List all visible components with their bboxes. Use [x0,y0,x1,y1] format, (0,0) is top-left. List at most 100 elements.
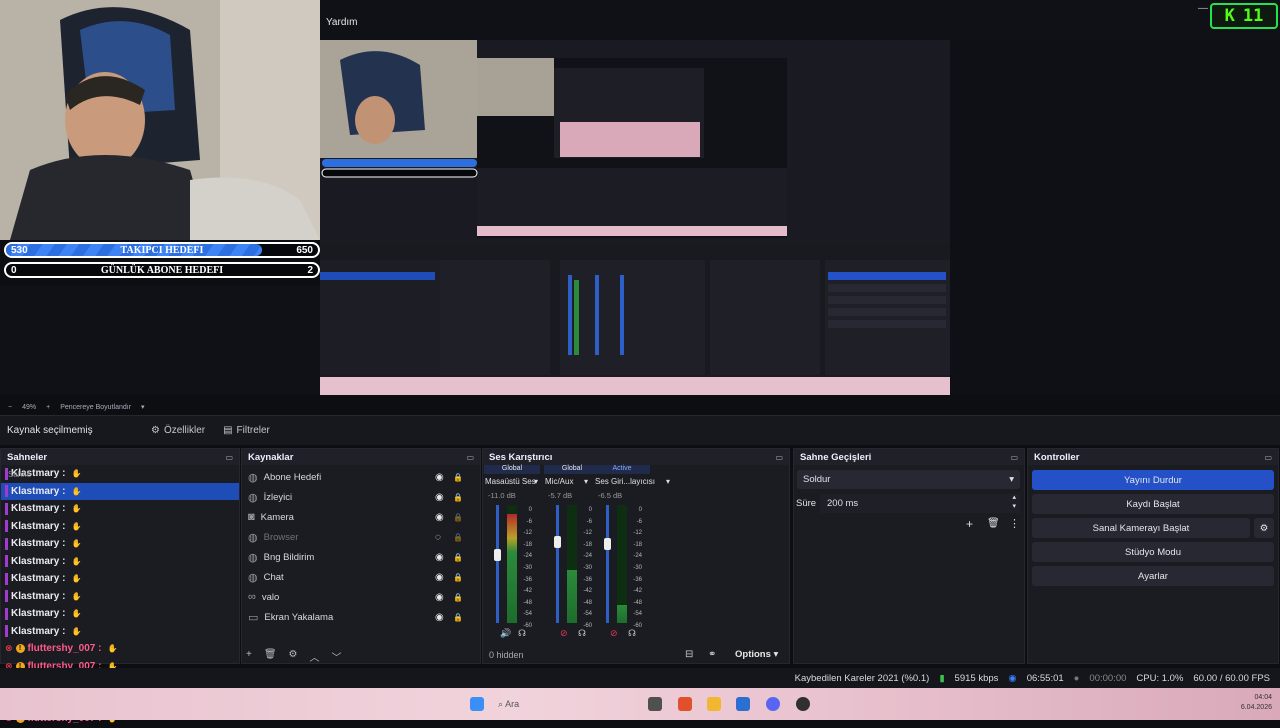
zoom-mode[interactable]: Pencereye Boyutlandır [60,404,131,411]
settings-button[interactable]: Ayarlar [1032,566,1274,586]
move-up-button[interactable]: ︿ [310,649,320,664]
eye-icon[interactable]: ◉ [435,552,444,563]
scene-item[interactable]: Klastmary : ✋ [1,535,239,553]
virtual-camera-button[interactable]: Sanal Kamerayı Başlat [1032,518,1250,538]
obs-icon[interactable] [796,697,810,711]
source-item[interactable]: ◍ İzleyici ◉ 🔒 [242,487,480,507]
menu-help[interactable]: Yardım [326,17,358,28]
link-icon[interactable]: ⚭ [708,649,716,660]
task-view-icon[interactable] [648,697,662,711]
mixer-channel-name[interactable]: Masaüstü Ses [485,477,536,486]
scene-item[interactable]: ⊗!fluttershy_007 : ✋ [1,640,239,658]
trash-icon[interactable]: 🗑 [264,649,277,664]
speaker-icon[interactable]: 🔊 [500,628,511,639]
zoom-in-button[interactable]: + [46,404,50,411]
properties-button[interactable]: ⚙ Özellikler [151,425,205,436]
move-down-button[interactable]: ﹀ [332,649,342,664]
scene-item[interactable]: Klastmary : ✋ [1,465,239,483]
scene-item[interactable]: Klastmary : ✋ [1,623,239,641]
source-item[interactable]: ◍ Bng Bildirim ◉ 🔒 [242,547,480,567]
eye-icon[interactable]: ◉ [435,492,444,503]
scene-item[interactable]: Klastmary : ✋ [1,500,239,518]
lock-icon[interactable]: 🔒 [453,473,463,482]
lock-icon[interactable]: 🔒 [453,613,463,622]
gear-icon[interactable]: ⚙ [289,649,298,664]
eye-icon[interactable]: ◉ [435,472,444,483]
eye-icon[interactable]: ◉ [435,512,444,523]
layout-icon[interactable]: ⊟ [685,649,693,660]
fader-knob[interactable] [604,538,611,551]
brave-browser-icon[interactable] [678,697,692,711]
eye-off-icon[interactable]: ◌ [435,532,441,543]
scene-item[interactable]: Klastmary : ✋ [1,605,239,623]
lock-icon[interactable]: 🔒 [453,593,463,602]
mail-icon[interactable] [736,697,750,711]
source-item[interactable]: ◙ Kamera ◉ 🔒 [242,507,480,527]
headphones-icon[interactable]: ☊ [518,628,526,639]
filters-button[interactable]: ▤ Filtreler [223,425,270,436]
fader-knob[interactable] [554,535,561,548]
more-icon[interactable]: ⋮ [1009,517,1020,530]
chevron-down-icon[interactable]: ▾ [141,403,145,411]
volume-fader[interactable] [496,505,499,623]
gear-icon[interactable]: ⚙ [1254,518,1274,538]
chevron-down-icon[interactable]: ▾ [666,477,670,486]
mixer-channel-name[interactable]: Ses Giri...layıcısı [595,477,655,486]
scene-item[interactable]: Klastmary : ✋ [1,518,239,536]
fader-knob[interactable] [494,548,501,561]
unlock-icon[interactable]: 🔒 [453,533,463,542]
eye-icon[interactable]: ◉ [435,612,444,623]
muted-icon[interactable]: ⊘ [560,628,568,639]
source-item[interactable]: ◍ Abone Hedefi ◉ 🔒 [242,467,480,487]
volume-fader[interactable] [606,505,609,623]
stop-stream-button[interactable]: Yayını Durdur [1032,470,1274,490]
add-source-button[interactable]: + [246,649,252,664]
volume-fader[interactable] [556,505,559,623]
transition-select[interactable]: Soldur ▾ [797,470,1020,489]
source-item[interactable]: ▭ Ekran Yakalama ◉ 🔒 [242,607,480,627]
stepper-icon[interactable]: ▴ ▾ [1012,493,1016,511]
chevron-down-icon[interactable]: ▾ [584,477,588,486]
duration-input[interactable]: 200 ms ▴ ▾ [820,494,1020,513]
popout-icon[interactable]: ▭ [466,453,474,462]
scale-tick: -24 [523,553,532,560]
lock-icon[interactable]: 🔒 [453,493,463,502]
headphones-icon[interactable]: ☊ [628,628,636,639]
start-record-button[interactable]: Kaydı Başlat [1032,494,1274,514]
popout-icon[interactable]: ▭ [1264,453,1272,462]
program-preview[interactable] [320,40,950,395]
muted-icon[interactable]: ⊘ [610,628,618,639]
scale-tick: -12 [633,530,642,537]
scene-item[interactable]: Klastmary : ✋ [1,570,239,588]
search-box[interactable]: ⌕ Ara [498,699,519,710]
zoom-out-button[interactable]: − [8,404,12,411]
minimize-button[interactable]: — [1198,3,1208,14]
scene-item[interactable]: Klastmary : ✋ [1,553,239,571]
add-transition-button[interactable]: + [966,517,973,531]
popout-icon[interactable]: ▭ [1010,453,1018,462]
popout-icon[interactable]: ▭ [775,453,783,462]
start-menu-icon[interactable] [470,697,484,711]
file-explorer-icon[interactable] [707,697,721,711]
source-label: Abone Hedefi [263,471,322,483]
mixer-channel-name[interactable]: Mic/Aux [545,477,573,486]
source-item[interactable]: ◍ Chat ◉ 🔒 [242,567,480,587]
lock-icon[interactable]: 🔒 [453,573,463,582]
scene-item[interactable]: Klastmary : ✋ [1,482,239,500]
popout-icon[interactable]: ▭ [225,453,233,462]
source-item[interactable]: ◍ Browser ◌ 🔒 [242,527,480,547]
unlock-icon[interactable]: 🔒 [453,513,463,522]
eye-icon[interactable]: ◉ [435,572,444,583]
taskbar-clock[interactable]: 04:04 6.04.2026 [1232,693,1272,713]
chevron-down-icon[interactable]: ▾ [534,477,538,486]
studio-mode-button[interactable]: Stüdyo Modu [1032,542,1274,562]
options-button[interactable]: Options ▾ [735,649,778,660]
headphones-icon[interactable]: ☊ [578,628,586,639]
lock-icon[interactable]: 🔒 [453,553,463,562]
source-item[interactable]: ∞ valo ◉ 🔒 [242,587,480,607]
kick-logo-icon: K [1224,6,1235,26]
eye-icon[interactable]: ◉ [435,592,444,603]
trash-icon[interactable]: 🗑 [987,518,1000,529]
discord-icon[interactable] [766,697,780,711]
scene-item[interactable]: Klastmary : ✋ [1,588,239,606]
